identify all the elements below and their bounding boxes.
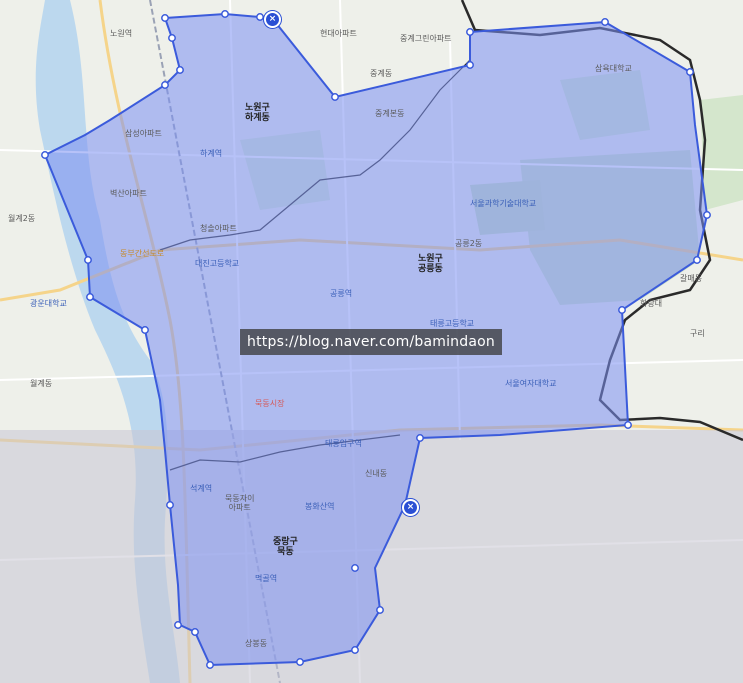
label-hagye: 노원구 하계동 xyxy=(245,103,270,123)
label-junggye-apt: 중계그린아파트 xyxy=(400,34,452,43)
label-hagye-station: 하계역 xyxy=(200,149,223,158)
label-gongneung: 노원구 공릉동 xyxy=(418,254,443,274)
close-icon[interactable]: × xyxy=(402,499,419,516)
label-gugyo: 구리 xyxy=(690,329,705,338)
label-seokgye-station: 석계역 xyxy=(190,484,213,493)
label-mukdong: 중랑구 묵동 xyxy=(273,537,298,557)
close-icon[interactable]: × xyxy=(264,11,281,28)
label-gongneung-2: 공릉2동 xyxy=(455,239,483,248)
label-hwarangdae: 화랑대 xyxy=(640,299,663,308)
label-samyuk: 삼육대학교 xyxy=(595,64,632,73)
label-cheongsol: 청솔아파트 xyxy=(200,224,237,233)
label-junggye: 중계동 xyxy=(370,69,393,78)
label-nowon-st: 노원역 xyxy=(110,29,133,38)
label-samsung: 삼성아파트 xyxy=(125,129,162,138)
label-road-uijeongbu: 동부간선도로 xyxy=(120,249,165,258)
label-bonghwasan-station: 봉화산역 xyxy=(305,502,335,511)
label-gwangwoon: 광운대학교 xyxy=(30,299,67,308)
label-hyundai-apt: 현대아파트 xyxy=(320,29,357,38)
watermark-url: https://blog.naver.com/bamindaon xyxy=(240,329,502,355)
label-mukdong-market: 묵동시장 xyxy=(255,399,285,408)
label-gongneung-station: 공릉역 xyxy=(330,289,353,298)
label-mukdong-jaei: 묵동자이 아파트 xyxy=(225,494,255,512)
label-daejin-hs: 대진고등학교 xyxy=(195,259,240,268)
label-sinnae: 신내동 xyxy=(365,469,388,478)
label-taereung-hs: 태릉고등학교 xyxy=(430,319,475,328)
label-junggye-bon: 중계본동 xyxy=(375,109,405,118)
label-seoul-women: 서울여자대학교 xyxy=(505,379,557,388)
label-taereung-ikp: 태릉입구역 xyxy=(325,439,362,448)
label-wolgye2: 월계2동 xyxy=(8,214,36,223)
label-seoultech: 서울과학기술대학교 xyxy=(470,199,537,208)
label-wolgye: 월계동 xyxy=(30,379,53,388)
label-galmae: 갈매동 xyxy=(680,274,703,283)
label-byeoksan: 벽산아파트 xyxy=(110,189,147,198)
label-sangbong: 상봉동 xyxy=(245,639,268,648)
label-meokgol-station: 먹골역 xyxy=(255,574,278,583)
